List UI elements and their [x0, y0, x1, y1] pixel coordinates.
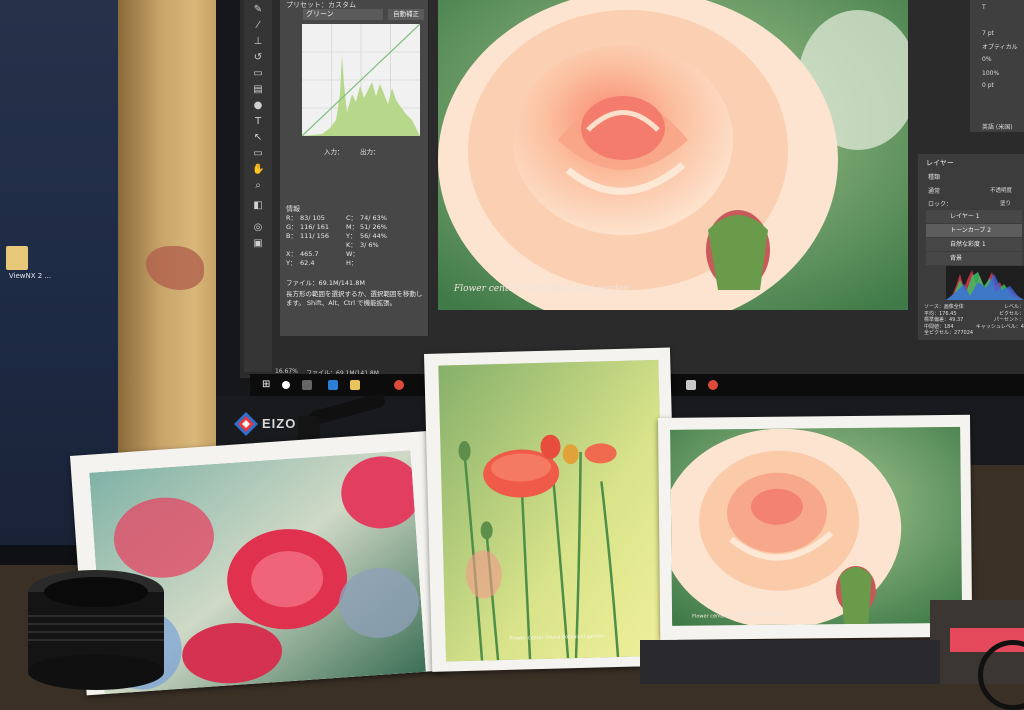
info-value: 465.7 — [300, 250, 319, 258]
photoshop-toolbar: ✎ ⁄ ⊥ ↺ ▭ ▤ ● T ↖ ▭ ✋ ⌕ ◧ ◎ ▣ — [244, 0, 272, 372]
curves-channel-select[interactable]: グリーン — [303, 9, 383, 20]
info-label: M： — [346, 223, 359, 231]
color-swatch-icon[interactable]: ◧ — [252, 200, 264, 212]
curves-input-label: 入力： — [324, 148, 344, 156]
poppies-image: Flower center Ofuna botanical garden — [438, 359, 666, 662]
canvas-caption: Flower center Ofuna botanical garden — [454, 284, 629, 294]
histogram-panel — [946, 266, 1024, 300]
dodge-icon[interactable]: ● — [252, 100, 264, 112]
scale-field[interactable]: 100% — [982, 70, 999, 77]
info-value: 111/ 156 — [300, 232, 330, 240]
brush-icon[interactable]: ✎ — [252, 4, 264, 16]
shape-icon[interactable]: ▭ — [252, 148, 264, 160]
info-label: C： — [346, 214, 358, 222]
kerning-field[interactable]: オプティカル — [982, 42, 1018, 51]
font-type-icon[interactable]: T — [982, 4, 986, 11]
curves-auto-button[interactable]: 自動補正 — [388, 9, 424, 20]
info-help-text: 長方形の範囲を選択するか、選択範囲を移動します。 Shift、Alt、Ctrl … — [286, 290, 423, 307]
info-label: R： — [286, 214, 298, 222]
gradient-icon[interactable]: ▤ — [252, 84, 264, 96]
info-value: 83/ 105 — [300, 214, 325, 222]
info-row: X： 465.7 W： — [286, 250, 424, 259]
eyedropper-icon[interactable]: ⁄ — [252, 20, 264, 32]
info-label: W： — [346, 250, 359, 258]
file-size-readout: ファイル：69.1M/141.8M — [286, 279, 365, 287]
info-label: Y： — [346, 232, 357, 240]
info-row: G： 116/ 161 M： 51/ 26% — [286, 223, 424, 232]
baseline-field[interactable]: 0 pt — [982, 82, 994, 89]
desktop-icon-label: ViewNX 2 ... — [8, 272, 52, 280]
zoom-icon[interactable]: ⌕ — [252, 180, 264, 192]
info-row: R： 83/ 105 C： 74/ 63% — [286, 214, 424, 223]
info-label: Y： — [286, 259, 297, 267]
eraser-icon[interactable]: ▭ — [252, 68, 264, 80]
print-caption: Flower center Ofuna botanical garden — [692, 612, 787, 620]
character-panel — [970, 0, 1024, 132]
stat-text: 全ピクセル：277024 — [924, 330, 974, 336]
rose-photo — [438, 0, 908, 310]
layers-panel-title: レイヤー — [926, 159, 954, 167]
layer-item[interactable]: 背景 — [926, 252, 1022, 265]
stat-text: キャッシュレベル：4 — [975, 323, 1024, 330]
info-label: B： — [286, 232, 297, 240]
opacity-label[interactable]: 不透明度 — [990, 186, 1012, 194]
tracking-field[interactable]: 0% — [982, 56, 992, 63]
info-value: 74/ 63% — [360, 214, 387, 222]
info-label: G： — [286, 223, 298, 231]
poppies-photo — [438, 359, 666, 662]
fill-label[interactable]: 塗り — [1000, 199, 1011, 207]
rose-print-image: Flower center Ofuna botanical garden — [670, 426, 963, 626]
wall-background — [118, 0, 228, 470]
layer-item[interactable]: レイヤー 1 — [926, 210, 1022, 223]
info-value: 62.4 — [300, 259, 315, 267]
curves-graph[interactable] — [302, 24, 420, 136]
lock-label: ロック： — [928, 201, 953, 208]
info-value: 56/ 44% — [360, 232, 387, 240]
info-value: 51/ 26% — [360, 223, 387, 231]
histogram-statistics: ソース：画像全体 レベル： 平均：176.45 ピクセル： 標準偏差：49.37 パー… — [924, 304, 1024, 337]
app-icon[interactable] — [686, 380, 696, 390]
history-brush-icon[interactable]: ↺ — [252, 52, 264, 64]
info-label: K： — [346, 241, 357, 249]
pen-tablet — [640, 640, 940, 684]
font-size-field[interactable]: 7 pt — [982, 30, 994, 37]
photo-print-rose: Flower center Ofuna botanical garden — [658, 414, 973, 640]
language-select[interactable]: 英語 (米国) — [982, 122, 1013, 131]
screen-mode-icon[interactable]: ▣ — [252, 238, 264, 250]
blend-mode-select[interactable]: 通常 — [928, 186, 940, 195]
rose-print-photo — [670, 426, 963, 626]
photoshop-canvas[interactable] — [438, 0, 908, 310]
stamp-icon[interactable]: ⊥ — [252, 36, 264, 48]
path-select-icon[interactable]: ↖ — [252, 132, 264, 144]
info-value: 116/ 161 — [300, 223, 330, 231]
monitor-brand-logo: EIZO — [262, 416, 297, 431]
chrome-icon[interactable] — [394, 380, 404, 390]
search-icon[interactable] — [282, 381, 290, 389]
info-label: H： — [346, 259, 358, 267]
info-label — [286, 241, 300, 250]
camera-lens — [28, 570, 164, 690]
info-row: Y： 62.4 H： — [286, 259, 424, 268]
info-label: X： — [286, 250, 297, 258]
photo-print-poppies: Flower center Ofuna botanical garden — [424, 347, 679, 672]
desktop-app-icon[interactable] — [6, 246, 28, 270]
info-row: K： 3/ 6% — [286, 241, 424, 250]
info-row: B： 111/ 156 Y： 56/ 44% — [286, 232, 424, 241]
chrome-icon[interactable] — [708, 380, 718, 390]
type-icon[interactable]: T — [252, 116, 264, 128]
layer-item[interactable]: 自然な彩度 1 — [926, 238, 1022, 251]
layer-filter-kind[interactable]: 種類 — [928, 172, 940, 181]
hand-icon[interactable]: ✋ — [252, 164, 264, 176]
layer-item-selected[interactable]: トーンカーブ 2 — [926, 224, 1022, 237]
quick-mask-icon[interactable]: ◎ — [252, 222, 264, 234]
eizo-logo-icon — [234, 412, 258, 436]
windows-start-icon[interactable]: ⊞ — [262, 380, 270, 390]
info-value — [300, 241, 346, 250]
info-readout: R： 83/ 105 C： 74/ 63% G： 116/ 161 M： 51/ 26% B… — [286, 214, 424, 268]
info-panel-title: 情報 — [286, 205, 300, 213]
curves-output-label: 出力： — [360, 148, 380, 156]
info-value: 3/ 6% — [360, 241, 379, 249]
